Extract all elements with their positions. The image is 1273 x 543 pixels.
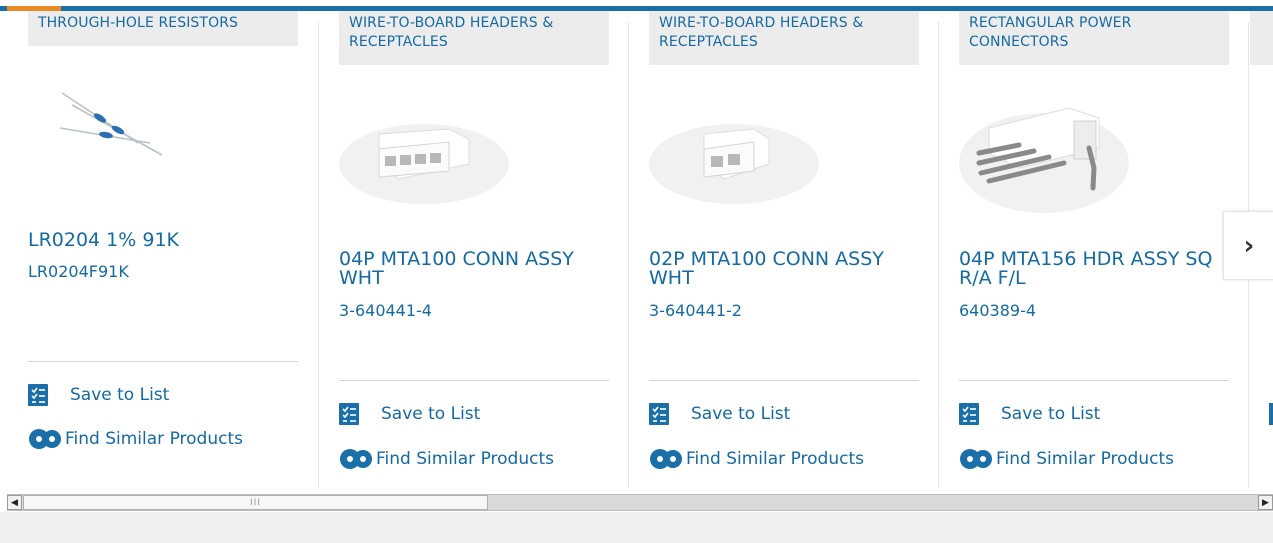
product-name[interactable]: 02P MTA100 CONN ASSY WHT: [649, 250, 911, 288]
find-similar-button[interactable]: Find Similar Products: [649, 448, 864, 470]
gears-icon: [649, 448, 683, 470]
find-similar-button[interactable]: Find Similar Products: [28, 428, 243, 450]
category-label[interactable]: WIRE-TO-BOARD HEADERS & RECEPTACLES: [339, 11, 609, 65]
divider: [28, 361, 298, 362]
product-card: THROUGH-HOLE RESISTORS LR0204 1% 91K LR0…: [28, 11, 298, 488]
card-divider: [628, 22, 629, 488]
page-footer-area: [0, 512, 1273, 543]
divider: [339, 380, 609, 381]
gears-icon: [28, 428, 62, 450]
gears-icon: [959, 448, 993, 470]
divider: [959, 380, 1229, 381]
divider: [649, 380, 919, 381]
find-similar-button[interactable]: Find Similar Products: [339, 448, 554, 470]
find-similar-label: Find Similar Products: [376, 449, 554, 469]
checklist-icon: [339, 403, 359, 425]
product-card: RECTANGULAR POWER CONNECTORS 04P MTA156 …: [959, 11, 1229, 488]
save-to-list-label: Save to List: [381, 404, 481, 424]
next-card-peek: [1250, 11, 1273, 65]
find-similar-label: Find Similar Products: [996, 449, 1174, 469]
save-to-list-label: Save to List: [70, 385, 170, 405]
category-label[interactable]: THROUGH-HOLE RESISTORS: [28, 11, 298, 46]
checklist-icon: [28, 384, 48, 406]
product-name[interactable]: LR0204 1% 91K: [28, 231, 290, 250]
product-card: WIRE-TO-BOARD HEADERS & RECEPTACLES 04P …: [339, 11, 609, 488]
find-similar-button[interactable]: Find Similar Products: [959, 448, 1174, 470]
grip-icon: III: [250, 497, 261, 508]
category-label[interactable]: WIRE-TO-BOARD HEADERS & RECEPTACLES: [649, 11, 919, 65]
checklist-icon: [959, 403, 979, 425]
gears-icon: [339, 448, 373, 470]
scroll-right-arrow-icon[interactable]: ▶: [1258, 495, 1273, 510]
connector-2pin-image[interactable]: [649, 109, 819, 209]
card-divider: [938, 22, 939, 488]
save-to-list-button[interactable]: Save to List: [339, 403, 480, 425]
part-number[interactable]: 640389-4: [959, 301, 1036, 320]
carousel-next-button[interactable]: ›: [1223, 211, 1273, 280]
next-card-save-icon-peek: [1269, 403, 1273, 425]
category-label[interactable]: RECTANGULAR POWER CONNECTORS: [959, 11, 1229, 65]
scroll-left-arrow-icon[interactable]: ◀: [7, 495, 22, 510]
scrollbar-thumb[interactable]: III: [23, 495, 488, 510]
save-to-list-button[interactable]: Save to List: [959, 403, 1100, 425]
checklist-icon: [649, 403, 669, 425]
part-number[interactable]: LR0204F91K: [28, 262, 129, 281]
product-name[interactable]: 04P MTA100 CONN ASSY WHT: [339, 250, 601, 288]
save-to-list-label: Save to List: [691, 404, 791, 424]
connector-4pin-image[interactable]: [339, 109, 509, 209]
part-number[interactable]: 3-640441-4: [339, 301, 432, 320]
find-similar-label: Find Similar Products: [686, 449, 864, 469]
resistors-image[interactable]: [58, 83, 168, 168]
save-to-list-button[interactable]: Save to List: [649, 403, 790, 425]
card-divider: [318, 22, 319, 488]
save-to-list-label: Save to List: [1001, 404, 1101, 424]
chevron-right-icon: ›: [1243, 230, 1255, 261]
find-similar-label: Find Similar Products: [65, 429, 243, 449]
save-to-list-button[interactable]: Save to List: [28, 384, 169, 406]
header-ra-image[interactable]: [959, 93, 1129, 213]
part-number[interactable]: 3-640441-2: [649, 301, 742, 320]
horizontal-scrollbar[interactable]: ◀ III ▶: [7, 494, 1273, 511]
product-carousel: THROUGH-HOLE RESISTORS LR0204 1% 91K LR0…: [0, 11, 1273, 488]
product-name[interactable]: 04P MTA156 HDR ASSY SQ R/A F/L: [959, 250, 1221, 288]
product-card: WIRE-TO-BOARD HEADERS & RECEPTACLES 02P …: [649, 11, 919, 488]
